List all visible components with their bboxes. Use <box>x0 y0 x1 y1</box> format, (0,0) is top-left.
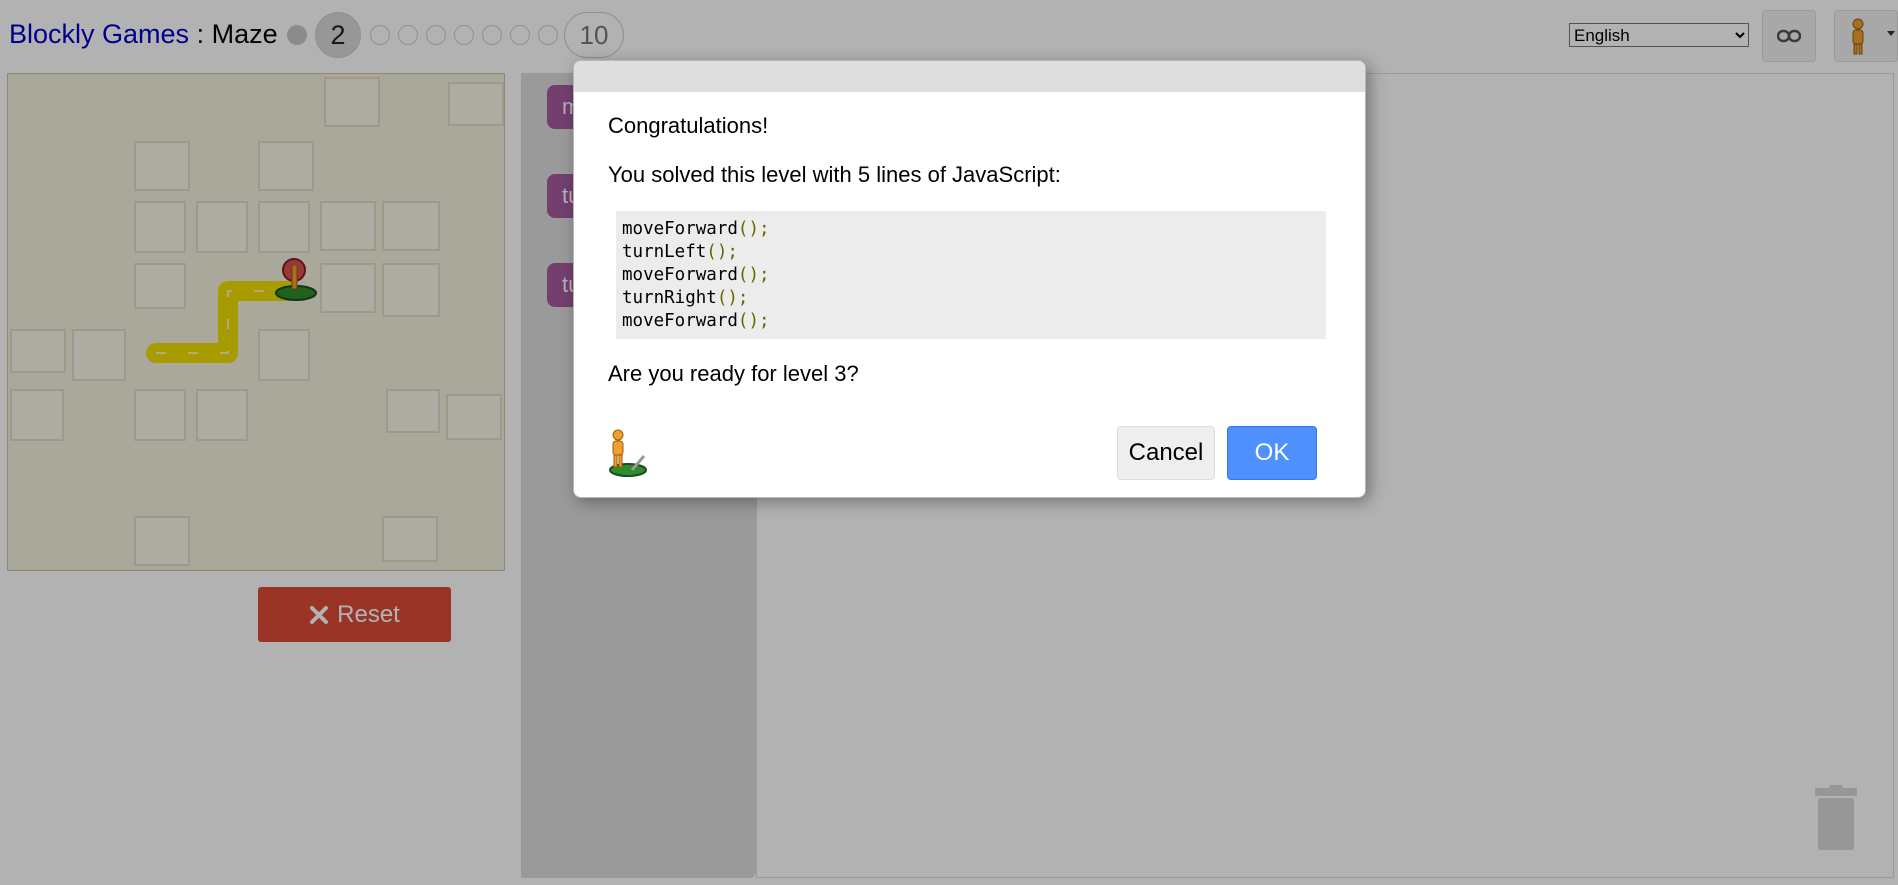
code-line: moveForward(); <box>622 265 770 285</box>
pegman-icon <box>609 429 647 477</box>
code-listing: moveForward(); turnLeft(); moveForward()… <box>616 211 1326 339</box>
congratulations-dialog: Congratulations! You solved this level w… <box>573 60 1366 498</box>
dialog-header[interactable] <box>574 61 1365 92</box>
code-line: turnLeft(); <box>622 242 738 262</box>
dialog-question: Are you ready for level 3? <box>608 361 859 386</box>
dialog-title: Congratulations! <box>608 113 769 138</box>
ok-button[interactable]: OK <box>1227 426 1317 480</box>
code-line: moveForward(); <box>622 311 770 331</box>
cancel-button[interactable]: Cancel <box>1117 426 1215 480</box>
dialog-message: You solved this level with 5 lines of Ja… <box>608 162 1061 187</box>
code-line: moveForward(); <box>622 219 770 239</box>
code-line: turnRight(); <box>622 288 749 308</box>
